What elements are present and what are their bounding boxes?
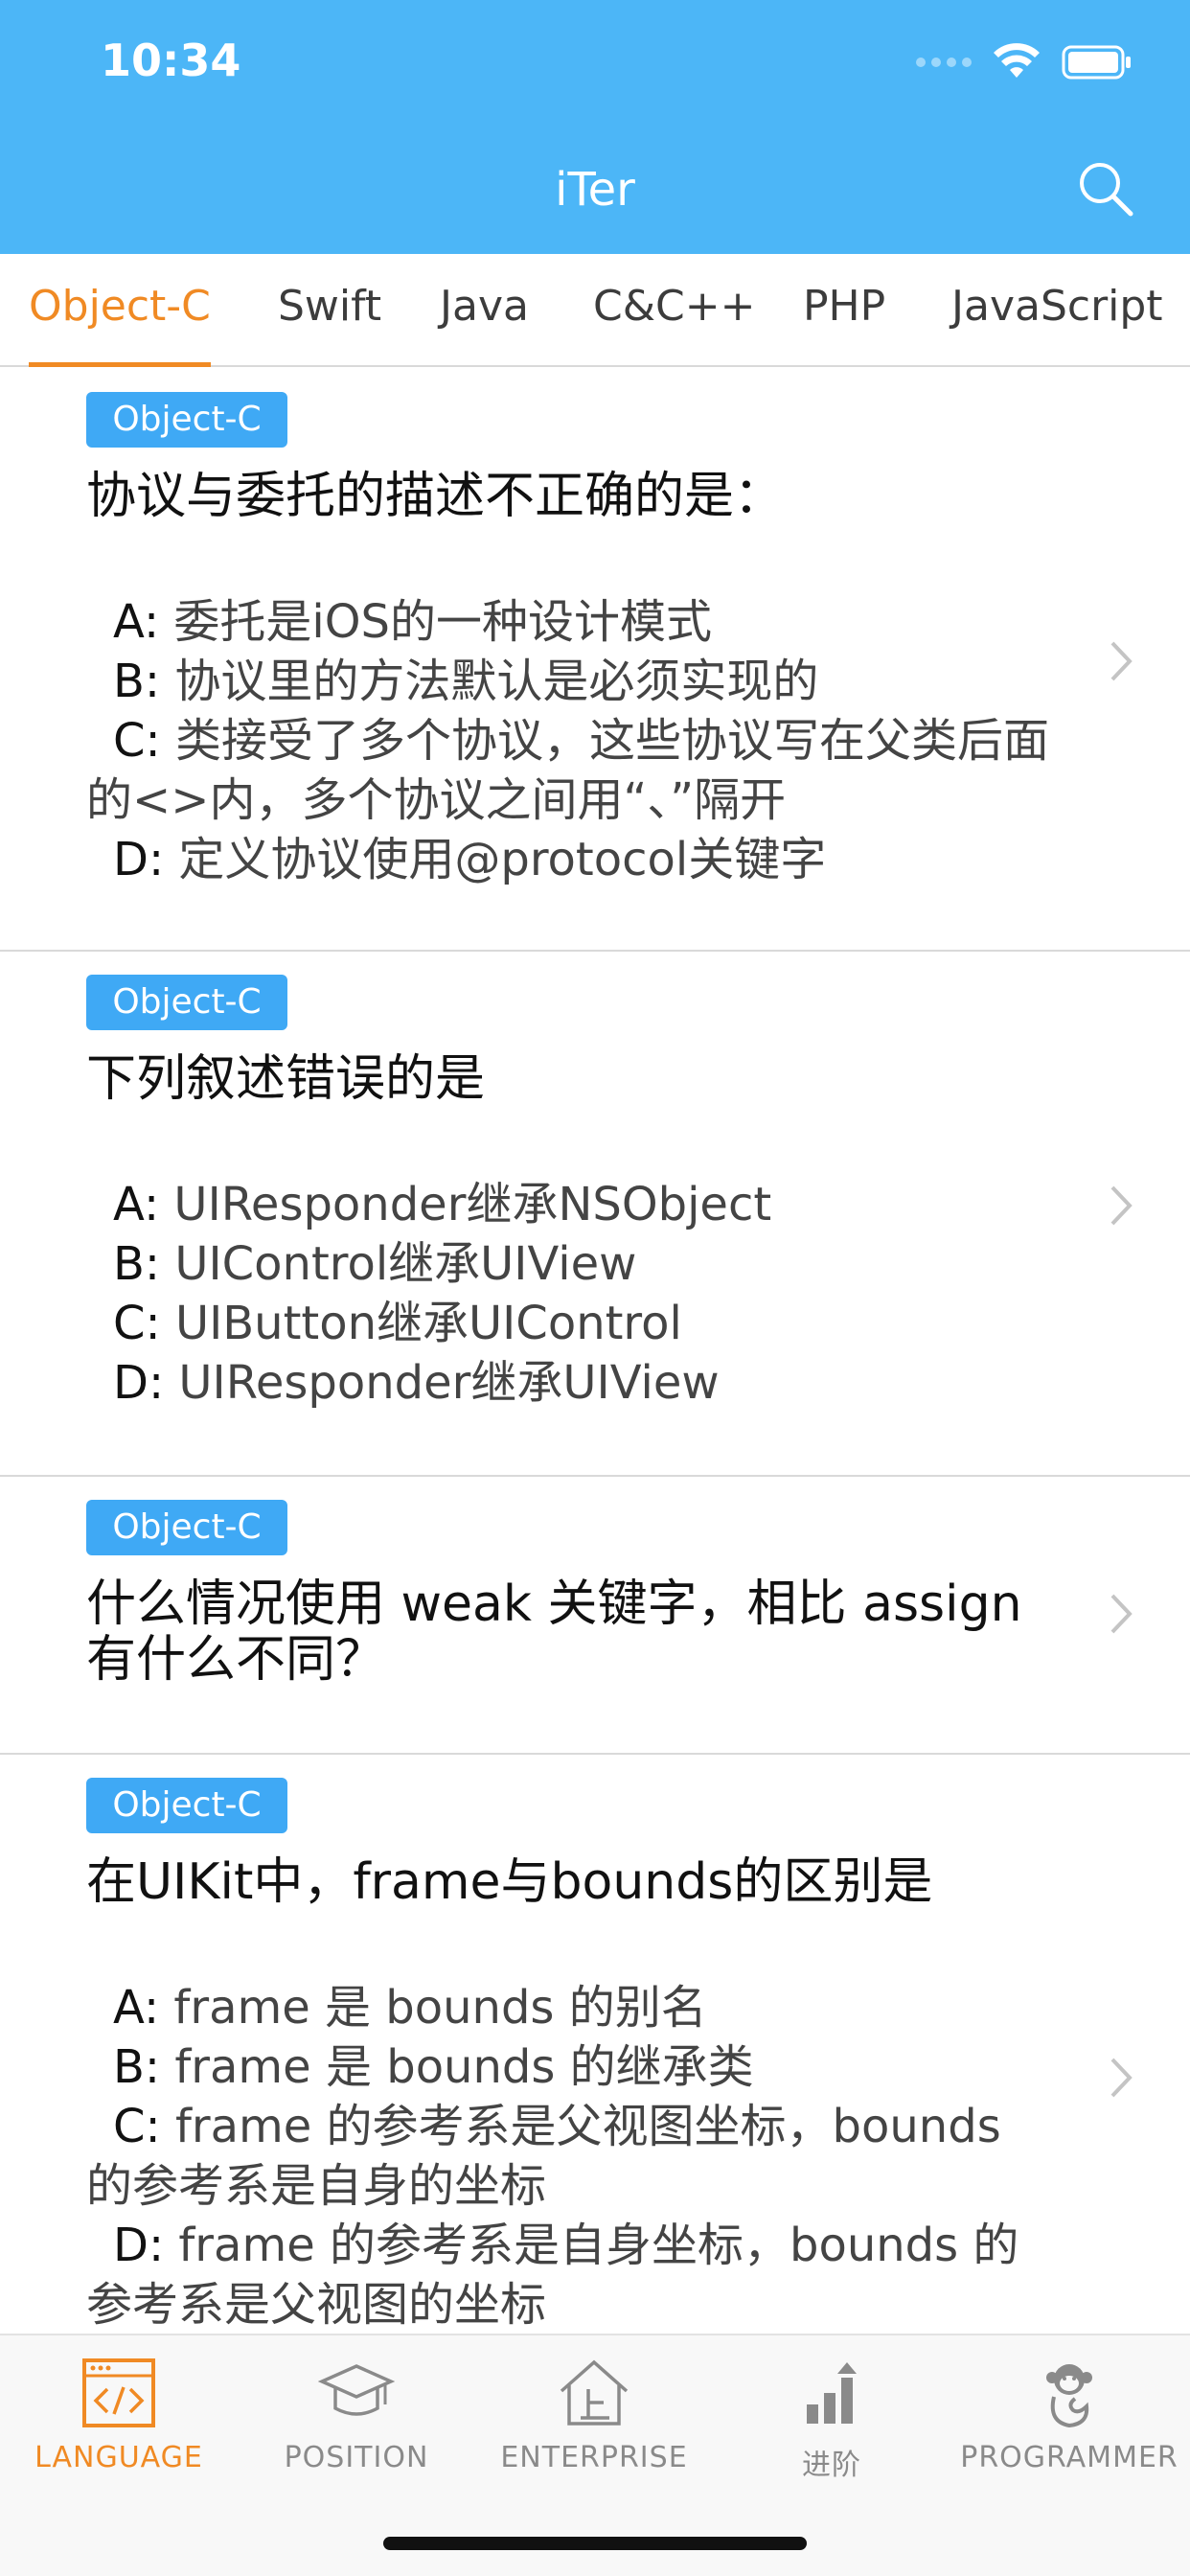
tab-swift[interactable]: Swift	[278, 277, 381, 367]
option-b: B: 协议里的方法默认是必须实现的	[113, 655, 819, 708]
option-c: C: frame 的参考系是父视图坐标，bounds 的参考系是自身的坐标	[86, 2100, 1001, 2213]
home-indicator	[383, 2537, 807, 2550]
building-icon	[560, 2359, 629, 2426]
option-d: D: UIResponder继承UIView	[113, 1356, 720, 1410]
answer-options: A: UIResponder继承NSObject B: UIControl继承U…	[86, 1175, 1054, 1413]
tab-php[interactable]: PHP	[803, 277, 885, 367]
language-badge: Object-C	[86, 975, 287, 1030]
battery-icon	[1062, 45, 1131, 80]
code-window-icon	[82, 2358, 155, 2427]
answer-options: A: 委托是iOS的一种设计模式 B: 协议里的方法默认是必须实现的 C: 类接…	[86, 592, 1054, 889]
option-a: A: 委托是iOS的一种设计模式	[113, 595, 713, 649]
option-a: A: frame 是 bounds 的别名	[113, 1981, 707, 2035]
option-d: D: frame 的参考系是自身坐标，bounds 的参考系是父视图的坐标	[86, 2219, 1019, 2332]
language-badge: Object-C	[86, 1778, 287, 1833]
tabbar-item-advanced[interactable]: 进阶	[713, 2335, 950, 2527]
tab-javascript[interactable]: JavaScript	[951, 277, 1163, 367]
tabbar-label: ENTERPRISE	[500, 2441, 688, 2474]
tab-java[interactable]: Java	[440, 277, 529, 367]
bar-chart-icon	[807, 2362, 857, 2424]
tabbar-item-programmer[interactable]: PROGRAMMER	[950, 2335, 1188, 2527]
language-badge: Object-C	[86, 1500, 287, 1555]
wifi-icon	[994, 43, 1040, 78]
question-card[interactable]: Object-C 什么情况使用 weak 关键字，相比 assign 有什么不同…	[0, 1477, 1190, 1755]
search-icon[interactable]	[1075, 158, 1136, 219]
chevron-right-icon	[1110, 1594, 1133, 1634]
answer-options: A: frame 是 bounds 的别名 B: frame 是 bounds …	[86, 1978, 1054, 2334]
tab-c-cpp[interactable]: C&C++	[593, 277, 756, 367]
question-card[interactable]: Object-C 在UIKit中，frame与bounds的区别是 A: fra…	[0, 1755, 1190, 2334]
option-a: A: UIResponder继承NSObject	[113, 1178, 772, 1231]
option-d: D: 定义协议使用@protocol关键字	[113, 833, 827, 886]
tabbar-item-language[interactable]: LANGUAGE	[0, 2335, 238, 2527]
question-title: 下列叙述错误的是	[86, 1050, 486, 1108]
chevron-right-icon	[1110, 641, 1133, 681]
graduation-cap-icon	[318, 2364, 395, 2416]
tabbar-label: POSITION	[284, 2441, 429, 2474]
question-title: 协议与委托的描述不正确的是：	[86, 468, 785, 525]
question-card[interactable]: Object-C 下列叙述错误的是 A: UIResponder继承NSObje…	[0, 952, 1190, 1477]
tabbar-label: PROGRAMMER	[960, 2441, 1179, 2474]
chevron-right-icon	[1110, 2058, 1133, 2098]
tabbar-item-enterprise[interactable]: ENTERPRISE	[475, 2335, 713, 2527]
question-title: 什么情况使用 weak 关键字，相比 assign 有什么不同？	[86, 1576, 1022, 1689]
nav-header: 10:34 iTer	[0, 0, 1190, 254]
tabbar-item-position[interactable]: POSITION	[238, 2335, 475, 2527]
question-list: Object-C 协议与委托的描述不正确的是： A: 委托是iOS的一种设计模式…	[0, 369, 1190, 2334]
status-indicators	[916, 38, 1133, 86]
chevron-right-icon	[1110, 1185, 1133, 1226]
question-card[interactable]: Object-C 协议与委托的描述不正确的是： A: 委托是iOS的一种设计模式…	[0, 369, 1190, 952]
option-b: B: UIControl继承UIView	[113, 1237, 637, 1291]
tab-object-c[interactable]: Object-C	[29, 277, 211, 367]
page-title: iTer	[555, 163, 635, 217]
language-tabs: Object-C Swift Java C&C++ PHP JavaScript	[0, 254, 1190, 367]
tabbar-label: LANGUAGE	[34, 2441, 203, 2474]
cellular-signal-icon	[916, 58, 972, 67]
status-time: 10:34	[101, 34, 241, 86]
question-title: 在UIKit中，frame与bounds的区别是	[86, 1853, 933, 1911]
monkey-icon	[1046, 2364, 1092, 2428]
option-b: B: frame 是 bounds 的继承类	[113, 2040, 754, 2094]
tabbar-label: 进阶	[802, 2449, 861, 2482]
option-c: C: 类接受了多个协议，这些协议写在父类后面的<>内，多个协议之间用“、”隔开	[86, 714, 1049, 827]
language-badge: Object-C	[86, 392, 287, 448]
option-c: C: UIButton继承UIControl	[113, 1297, 682, 1350]
